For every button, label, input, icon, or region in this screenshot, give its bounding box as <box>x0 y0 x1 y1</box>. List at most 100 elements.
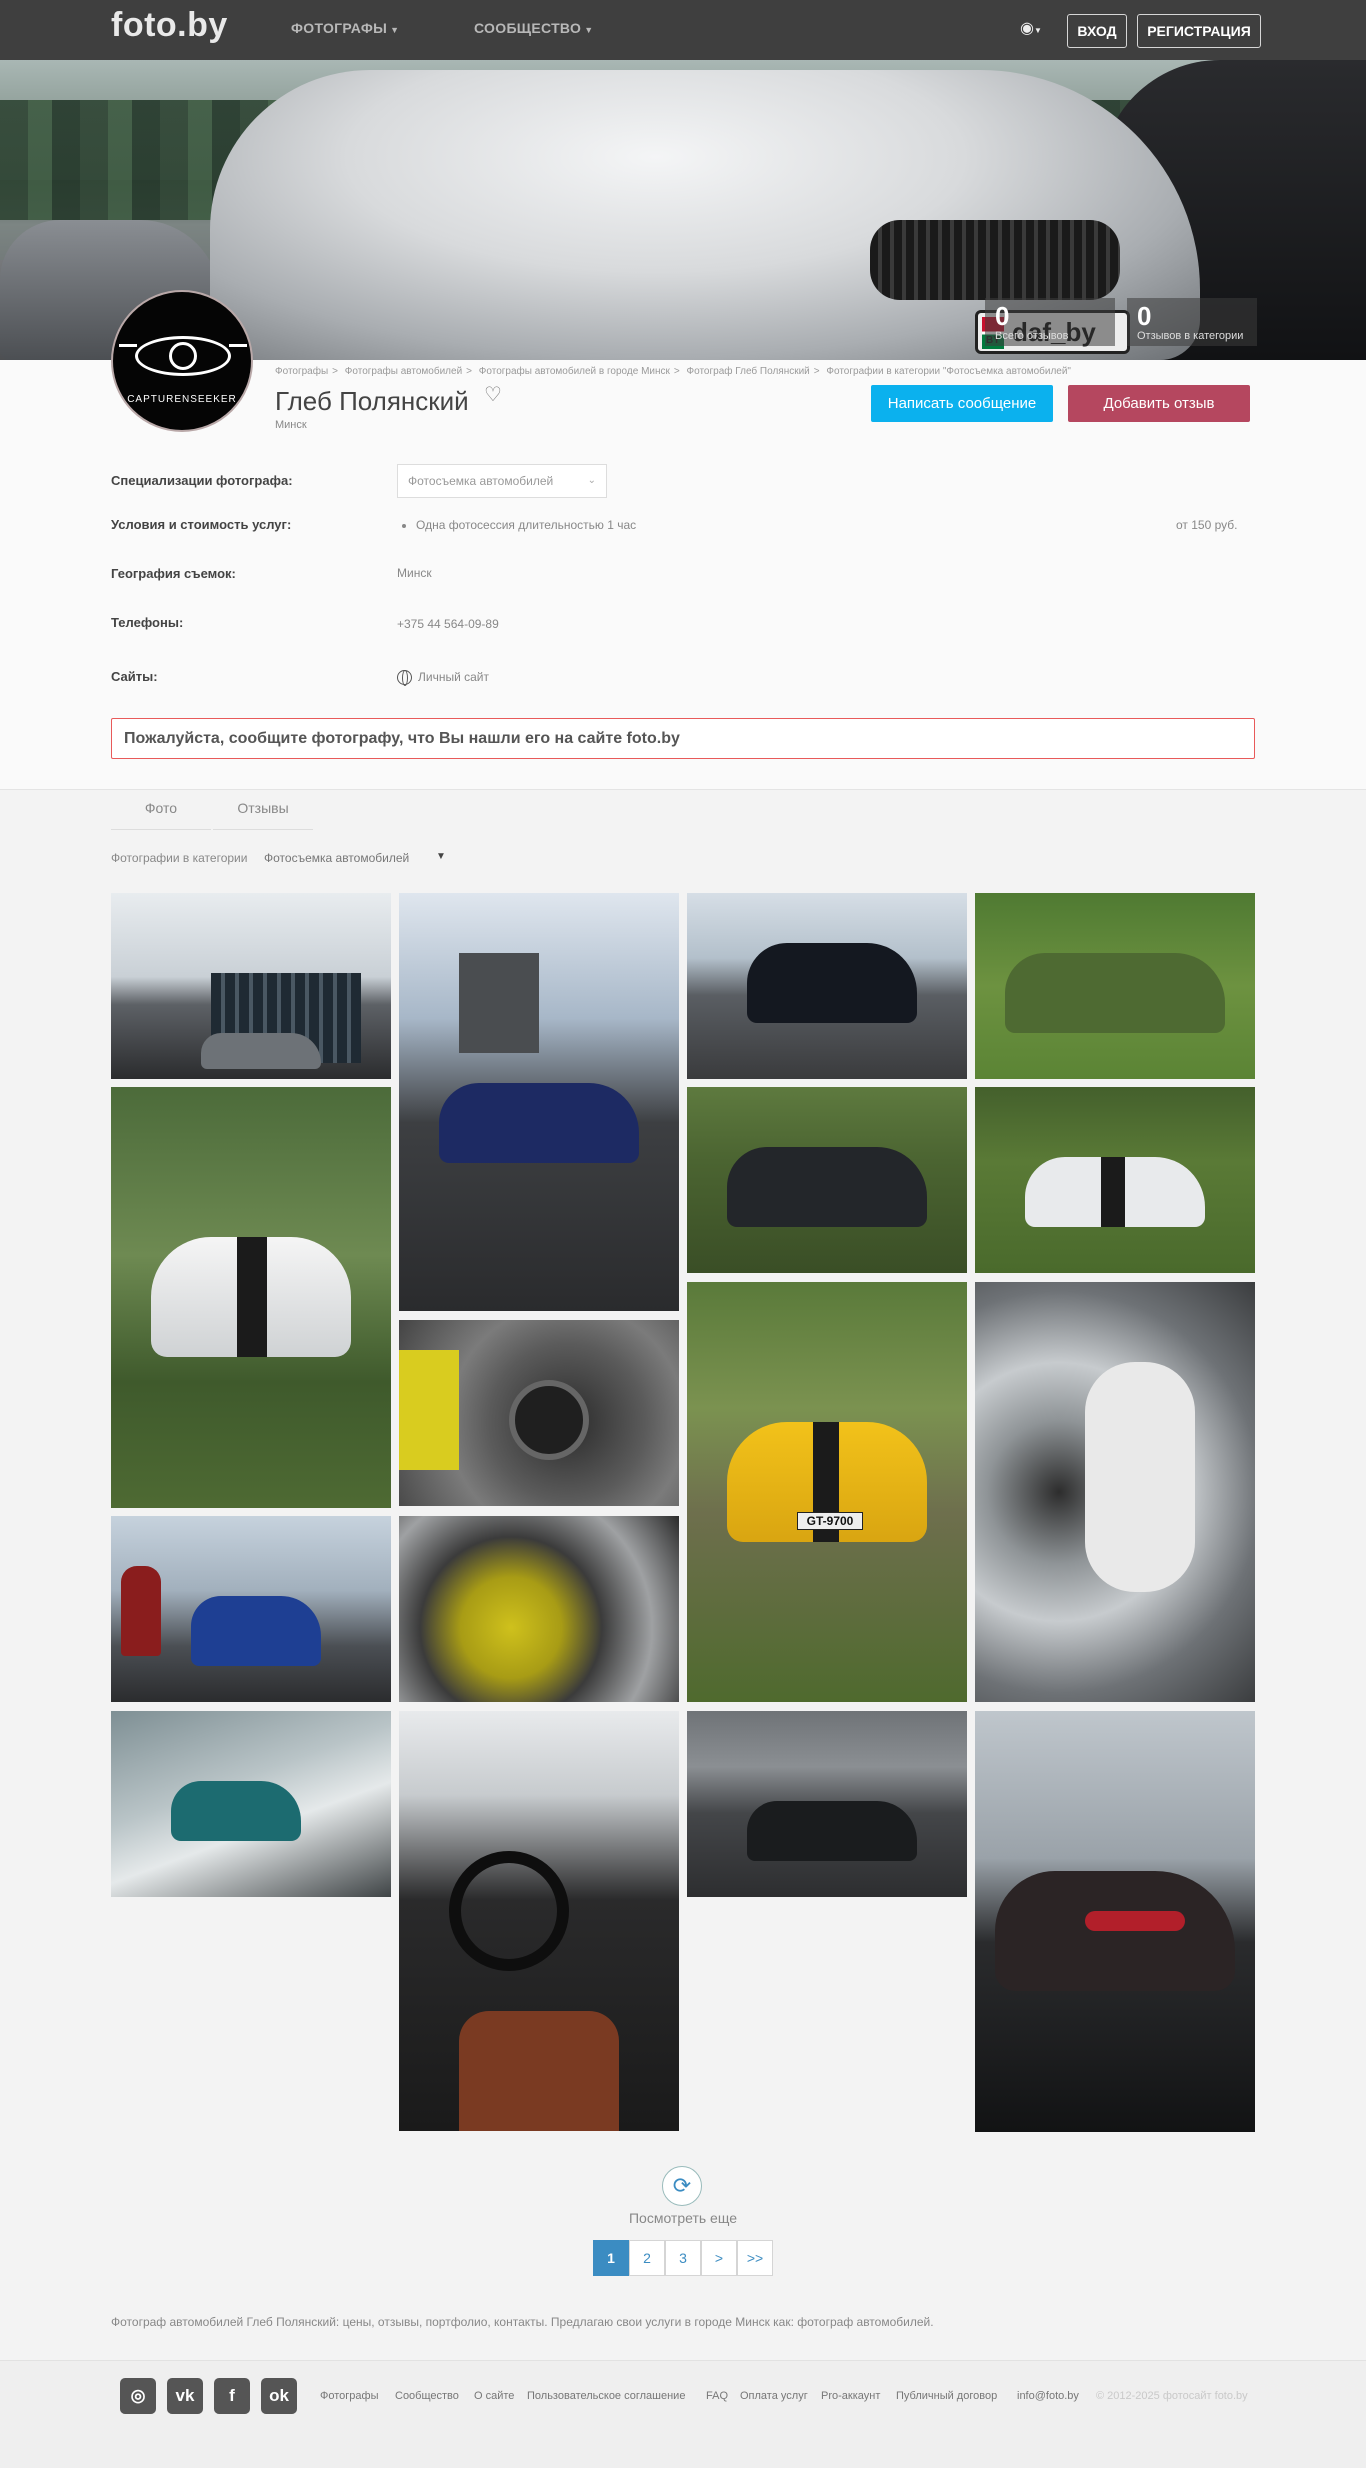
breadcrumb-separator: > <box>466 366 472 377</box>
sites-label: Сайты: <box>111 669 158 684</box>
avatar-label: CAPTURENSEEKER <box>127 394 237 405</box>
terms-item: Одна фотосессия длительностью 1 час <box>402 518 636 532</box>
terms-price: от 150 руб. <box>1176 518 1238 532</box>
category-filter-select[interactable]: Фотосъемка автомобилей <box>264 851 409 865</box>
load-more-button[interactable]: Посмотреть еще <box>600 2210 766 2226</box>
gallery-photo[interactable] <box>975 1087 1255 1273</box>
photographer-name: Глеб Полянский <box>275 386 469 416</box>
breadcrumb-separator: > <box>332 366 339 377</box>
refresh-icon[interactable]: ⟳ <box>662 2166 702 2206</box>
write-message-button[interactable]: Написать сообщение <box>871 385 1053 422</box>
breadcrumb-item[interactable]: Фотографы автомобилей <box>345 366 462 377</box>
page-3[interactable]: 3 <box>665 2240 701 2276</box>
register-button[interactable]: РЕГИСТРАЦИЯ <box>1137 14 1261 48</box>
breadcrumb-item[interactable]: Фотограф Глеб Полянский <box>687 366 810 377</box>
breadcrumb-separator: > <box>813 366 820 377</box>
vk-icon[interactable]: vk <box>167 2378 203 2414</box>
gallery-photo[interactable] <box>111 1711 391 1897</box>
spec-select[interactable]: Фотосъемка автомобилей ⌄ <box>397 464 607 498</box>
add-review-button[interactable]: Добавить отзыв <box>1068 385 1250 422</box>
gallery-photo[interactable] <box>975 893 1255 1079</box>
stat-total-reviews-value: 0 <box>995 301 1010 331</box>
footer-link-email[interactable]: info@foto.by <box>1017 2390 1079 2402</box>
breadcrumb-item[interactable]: Фотографы автомобилей в городе Минск <box>479 366 670 377</box>
spec-select-value: Фотосъемка автомобилей <box>408 474 554 488</box>
gallery-plate: GT-9700 <box>797 1512 863 1530</box>
phones-label: Телефоны: <box>111 615 184 630</box>
gallery-photo[interactable] <box>399 1711 679 2131</box>
footer-link-faq[interactable]: FAQ <box>706 2390 728 2402</box>
site-logo[interactable]: foto.by <box>111 6 228 45</box>
nav-community-label: СООБЩЕСТВО <box>474 20 582 36</box>
stat-total-reviews-label: Всего отзывов <box>995 330 1069 342</box>
language-globe-icon[interactable]: ◉▼ <box>1020 18 1042 38</box>
gallery-photo[interactable] <box>399 893 679 1311</box>
gallery-photo[interactable] <box>111 893 391 1079</box>
gallery-photo[interactable] <box>687 893 967 1079</box>
chevron-down-icon: ⌄ <box>587 475 596 486</box>
page-last[interactable]: >> <box>737 2240 773 2276</box>
footer-link-payment[interactable]: Оплата услуг <box>740 2390 808 2402</box>
breadcrumb-item-current: Фотографии в категории "Фотосъемка автом… <box>826 366 1071 377</box>
chevron-down-icon: ▼ <box>390 25 400 35</box>
tab-reviews[interactable]: Отзывы <box>213 800 313 830</box>
stat-category-reviews: 0 Отзывов в категории <box>1127 298 1257 346</box>
tabs-divider <box>0 789 1366 790</box>
phones-value[interactable]: +375 44 564-09-89 <box>397 617 499 631</box>
stat-category-reviews-value: 0 <box>1137 301 1152 331</box>
avatar-pupil-shape <box>169 342 197 370</box>
gallery-photo[interactable] <box>399 1320 679 1506</box>
gallery-photo[interactable] <box>399 1516 679 1702</box>
login-button[interactable]: ВХОД <box>1067 14 1127 48</box>
nav-community[interactable]: СООБЩЕСТВО ▼ <box>474 20 593 36</box>
footer-link-photographers[interactable]: Фотографы <box>320 2390 378 2402</box>
spec-label: Специализации фотографа: <box>111 473 293 488</box>
gallery-photo[interactable] <box>975 1282 1255 1702</box>
avatar-lash-left <box>119 344 137 347</box>
footer-link-about[interactable]: О сайте <box>474 2390 514 2402</box>
tab-photo[interactable]: Фото <box>111 800 211 830</box>
notice-banner: Пожалуйста, сообщите фотографу, что Вы н… <box>111 718 1255 759</box>
personal-site-link[interactable]: Личный сайт <box>397 670 489 687</box>
breadcrumb: Фотографы > Фотографы автомобилей > Фотогр… <box>275 366 1071 377</box>
gallery-photo[interactable] <box>111 1087 391 1508</box>
globe-icon <box>397 670 412 687</box>
photographer-city: Минск <box>275 419 307 431</box>
nav-photographers[interactable]: ФОТОГРАФЫ ▼ <box>291 20 399 36</box>
gallery-photo[interactable] <box>975 1711 1255 2132</box>
footer-link-contract[interactable]: Публичный договор <box>896 2390 997 2402</box>
seo-text: Фотограф автомобилей Глеб Полянский: цен… <box>111 2315 934 2329</box>
top-navbar: foto.by ФОТОГРАФЫ ▼ СООБЩЕСТВО ▼ ◉▼ ВХОД Р… <box>0 0 1366 60</box>
page-2[interactable]: 2 <box>629 2240 665 2276</box>
caret-down-icon[interactable]: ▼ <box>436 851 446 862</box>
terms-item-text: Одна фотосессия длительностью 1 час <box>416 518 637 532</box>
avatar-lash-right <box>229 344 247 347</box>
footer-link-agreement[interactable]: Пользовательское соглашение <box>527 2390 685 2402</box>
chevron-down-icon: ▼ <box>584 25 594 35</box>
nav-photographers-label: ФОТОГРАФЫ <box>291 20 388 36</box>
gallery-photo[interactable] <box>111 1516 391 1702</box>
stat-total-reviews: 0 Всего отзывов <box>985 298 1115 346</box>
bullet-icon <box>402 523 406 528</box>
footer-copyright: © 2012-2025 фотосайт foto.by <box>1096 2390 1248 2402</box>
footer-link-pro[interactable]: Pro-аккаунт <box>821 2390 880 2402</box>
breadcrumb-item[interactable]: Фотографы <box>275 366 328 377</box>
gallery-photo[interactable] <box>687 1711 967 1897</box>
footer <box>0 2360 1366 2468</box>
facebook-icon[interactable]: f <box>214 2378 250 2414</box>
avatar[interactable]: CAPTURENSEEKER <box>111 290 253 432</box>
terms-label: Условия и стоимость услуг: <box>111 517 292 532</box>
instagram-icon[interactable]: ◎ <box>120 2378 156 2414</box>
personal-site-text: Личный сайт <box>418 670 489 684</box>
page-1[interactable]: 1 <box>593 2240 629 2276</box>
favorite-heart-icon[interactable]: ♡ <box>484 382 502 407</box>
footer-link-community[interactable]: Сообщество <box>395 2390 459 2402</box>
gallery-photo[interactable]: GT-9700 <box>687 1282 967 1702</box>
geo-label: География съемок: <box>111 566 236 581</box>
breadcrumb-separator: > <box>673 366 680 377</box>
filter-label: Фотографии в категории <box>111 851 248 865</box>
odnoklassniki-icon[interactable]: ok <box>261 2378 297 2414</box>
page-next[interactable]: > <box>701 2240 737 2276</box>
gallery-photo[interactable] <box>687 1087 967 1273</box>
stat-category-reviews-label: Отзывов в категории <box>1137 330 1244 342</box>
